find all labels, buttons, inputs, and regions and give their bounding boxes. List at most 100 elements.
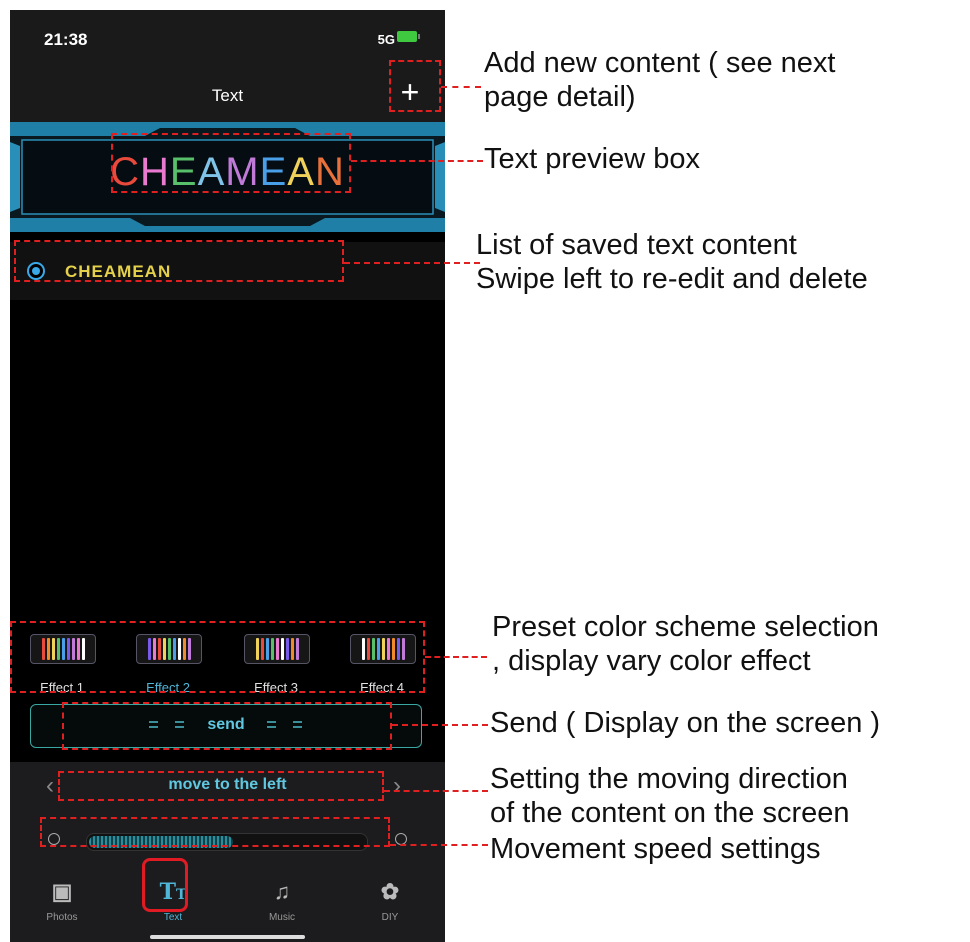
swatch-bar bbox=[81, 638, 85, 660]
music-icon: ♫ bbox=[273, 879, 291, 904]
annotation-send: Send ( Display on the screen ) bbox=[490, 706, 880, 740]
preview-letter: M bbox=[225, 150, 260, 194]
photos-icon: ▣ bbox=[51, 879, 73, 904]
swatch-bar bbox=[41, 638, 45, 660]
preview-letter: E bbox=[259, 150, 288, 194]
preview-letter: E bbox=[169, 150, 198, 194]
palette-icon: ✿ bbox=[380, 879, 400, 904]
chevron-right-icon[interactable]: › bbox=[393, 772, 401, 800]
swatch-bar bbox=[396, 638, 400, 660]
swatch-bar bbox=[162, 638, 166, 660]
swatch-bar bbox=[76, 638, 80, 660]
effect-swatch bbox=[136, 634, 202, 664]
swatch-bar bbox=[366, 638, 370, 660]
tab-label: Photos bbox=[46, 912, 78, 923]
connector-line bbox=[441, 86, 481, 88]
swatch-bar bbox=[66, 638, 70, 660]
effect-1-option[interactable]: Effect 1 bbox=[22, 630, 102, 698]
tab-label: DIY bbox=[381, 912, 399, 923]
preview-letter: C bbox=[110, 150, 141, 194]
annotation-color-scheme: Preset color scheme selection , display … bbox=[492, 610, 879, 678]
swatch-bar bbox=[147, 638, 151, 660]
phone-screen: 21:38 5G Text + CHEAMEAN CHEAMEAN Effect… bbox=[10, 10, 445, 942]
effect-2-option[interactable]: Effect 2 bbox=[128, 630, 208, 698]
status-bar: 21:38 5G bbox=[10, 10, 445, 70]
swatch-bar bbox=[401, 638, 405, 660]
swatch-bar bbox=[71, 638, 75, 660]
saved-text-item[interactable]: CHEAMEAN bbox=[10, 242, 445, 300]
network-indicator: 5G bbox=[377, 32, 395, 47]
swatch-bar bbox=[371, 638, 375, 660]
swatch-bar bbox=[46, 638, 50, 660]
text-preview-box: CHEAMEAN bbox=[10, 122, 445, 232]
selected-radio-icon[interactable] bbox=[27, 262, 45, 280]
send-button[interactable]: send bbox=[30, 704, 422, 748]
swatch-bar bbox=[172, 638, 176, 660]
swatch-bar bbox=[56, 638, 60, 660]
preview-letter: N bbox=[314, 150, 345, 194]
effect-label: Effect 2 bbox=[146, 680, 190, 695]
tab-bar: ▣ Photos TT Text ♫ Music ✿ DIY bbox=[10, 862, 445, 942]
tab-diy[interactable]: ✿ DIY bbox=[350, 862, 430, 942]
home-indicator bbox=[150, 935, 305, 939]
swatch-bar bbox=[391, 638, 395, 660]
annotation-line: , display vary color effect bbox=[492, 645, 811, 677]
annotation-line: Text preview box bbox=[484, 143, 700, 175]
active-tab-highlight bbox=[142, 858, 188, 912]
swatch-bar bbox=[270, 638, 274, 660]
speed-fill bbox=[89, 836, 233, 848]
annotation-line: Setting the moving direction bbox=[490, 763, 848, 795]
swatch-bar bbox=[285, 638, 289, 660]
annotation-line: page detail) bbox=[484, 81, 636, 113]
dash-icon bbox=[267, 721, 276, 728]
annotation-line: Swipe left to re-edit and delete bbox=[476, 263, 868, 295]
tab-label: Music bbox=[268, 912, 296, 923]
swatch-bar bbox=[295, 638, 299, 660]
add-content-button[interactable]: + bbox=[393, 76, 427, 110]
swatch-bar bbox=[381, 638, 385, 660]
annotation-line: Send ( Display on the screen ) bbox=[490, 707, 881, 739]
swatch-bar bbox=[255, 638, 259, 660]
swatch-bar bbox=[177, 638, 181, 660]
preview-letter: H bbox=[140, 150, 170, 194]
annotation-line: Preset color scheme selection bbox=[492, 611, 879, 643]
effect-label: Effect 1 bbox=[40, 680, 84, 695]
tab-photos[interactable]: ▣ Photos bbox=[22, 862, 102, 942]
effect-swatch bbox=[244, 634, 310, 664]
motion-controls: ‹ move to the left › bbox=[10, 762, 445, 862]
preview-text: CHEAMEAN bbox=[10, 150, 445, 195]
effect-label: Effect 4 bbox=[360, 680, 404, 695]
swatch-bar bbox=[182, 638, 186, 660]
tab-label: Text bbox=[163, 912, 183, 923]
swatch-bar bbox=[275, 638, 279, 660]
effect-label: Effect 3 bbox=[254, 680, 298, 695]
direction-label[interactable]: move to the left bbox=[10, 776, 445, 794]
swatch-bar bbox=[290, 638, 294, 660]
preview-letter: A bbox=[287, 150, 315, 194]
speed-slider[interactable] bbox=[86, 833, 368, 851]
speed-slow-icon bbox=[48, 833, 60, 845]
send-label: send bbox=[207, 716, 245, 733]
status-time: 21:38 bbox=[44, 30, 88, 49]
saved-text-label: CHEAMEAN bbox=[65, 262, 172, 281]
annotation-line: Movement speed settings bbox=[490, 833, 821, 865]
swatch-bar bbox=[167, 638, 171, 660]
effect-presets: Effect 1 Effect 2 Effect 3 Effect 4 bbox=[10, 622, 445, 712]
swatch-bar bbox=[51, 638, 55, 660]
swatch-bar bbox=[260, 638, 264, 660]
swatch-bar bbox=[157, 638, 161, 660]
effect-4-option[interactable]: Effect 4 bbox=[342, 630, 422, 698]
preview-letter: A bbox=[197, 150, 226, 194]
annotation-line: List of saved text content bbox=[476, 229, 797, 261]
swatch-bar bbox=[187, 638, 191, 660]
nav-bar: Text + bbox=[10, 70, 445, 122]
annotation-saved-list: List of saved text content Swipe left to… bbox=[476, 228, 868, 296]
tab-music[interactable]: ♫ Music bbox=[242, 862, 322, 942]
annotation-add-content: Add new content ( see next page detail) bbox=[484, 46, 835, 114]
swatch-bar bbox=[280, 638, 284, 660]
swatch-bar bbox=[61, 638, 65, 660]
swatch-bar bbox=[152, 638, 156, 660]
battery-icon bbox=[397, 31, 420, 42]
effect-3-option[interactable]: Effect 3 bbox=[236, 630, 316, 698]
page-title: Text bbox=[211, 86, 244, 105]
